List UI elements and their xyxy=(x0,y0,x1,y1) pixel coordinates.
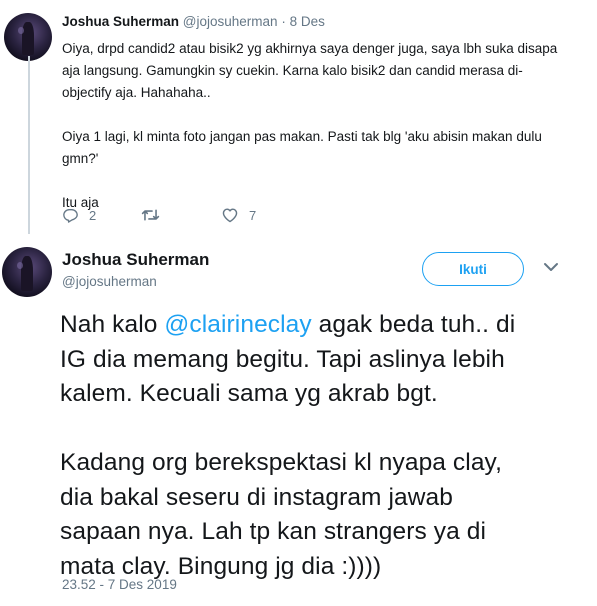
tweet-line: gmn?' xyxy=(62,151,99,166)
tweet-line: objectify aja. Hahahaha.. xyxy=(62,85,211,100)
thread-connector xyxy=(28,56,30,234)
tweet-line: IG dia memang begitu. Tapi aslinya lebih xyxy=(60,345,505,373)
tweet-line: Oiya, drpd candid2 atau bisik2 yg akhirn… xyxy=(62,41,558,56)
retweet-action[interactable] xyxy=(141,207,170,223)
tweet-line: sapaan nya. Lah tp kan strangers ya di xyxy=(60,518,487,545)
author-name[interactable]: Joshua Suherman xyxy=(62,14,179,29)
tweet-text: Oiya, drpd candid2 atau bisik2 yg akhirn… xyxy=(62,38,582,214)
tweet-line: Kadang org berekspektasi kl nyapa clay, xyxy=(60,449,502,476)
reply-action[interactable]: 2 xyxy=(62,207,96,223)
retweet-icon xyxy=(141,209,160,221)
author-handle[interactable]: @jojosuherman xyxy=(62,274,157,289)
tweet-text: Nah kalo @clairineclay agak beda tuh.. d… xyxy=(60,308,590,584)
tweet-line: kalem. Kecuali sama yg akrab bgt. xyxy=(60,380,438,407)
avatar[interactable] xyxy=(2,247,52,297)
reply-count: 2 xyxy=(89,207,97,223)
tweet-line: Nah kalo @clairineclay agak beda tuh.. d… xyxy=(60,308,590,343)
like-icon xyxy=(222,208,238,223)
tweet-text-segment: Nah kalo xyxy=(60,311,165,338)
separator: · xyxy=(281,14,286,29)
tweet-text-segment: agak beda tuh.. di xyxy=(311,311,516,338)
tweet-line: Oiya 1 lagi, kl minta foto jangan pas ma… xyxy=(62,129,542,144)
tweet-timestamp[interactable]: 23.52 - 7 Des 2019 xyxy=(62,577,177,592)
chevron-down-icon[interactable] xyxy=(543,262,559,272)
avatar[interactable] xyxy=(4,13,52,61)
follow-button[interactable]: Ikuti xyxy=(422,252,524,286)
like-count: 7 xyxy=(249,207,257,223)
tweet-header: Joshua Suherman @jojosuherman · 8 Des xyxy=(62,14,325,29)
mention-link[interactable]: @clairineclay xyxy=(164,311,311,338)
like-action[interactable]: 7 xyxy=(221,207,256,223)
tweet-line: Itu aja xyxy=(62,195,99,210)
reply-icon xyxy=(63,209,78,223)
tweet-line: aja langsung. Gamungkin sy cuekin. Karna… xyxy=(62,63,523,78)
tweet-date[interactable]: 8 Des xyxy=(290,14,325,29)
tweet-line: dia bakal seseru di instagram jawab xyxy=(60,483,453,511)
author-name[interactable]: Joshua Suherman xyxy=(62,250,209,270)
author-handle[interactable]: @jojosuherman xyxy=(183,14,278,29)
